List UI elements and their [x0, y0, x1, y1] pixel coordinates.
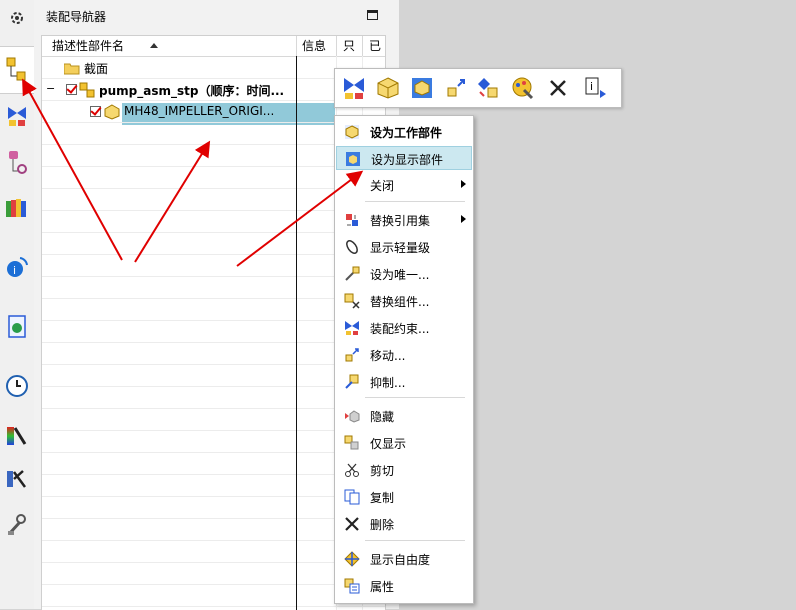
- svg-text:i: i: [590, 80, 593, 93]
- menu-label: 设为显示部件: [371, 153, 444, 167]
- menu-item-make-unique[interactable]: 设为唯一...: [336, 262, 472, 286]
- menu-item-make-work-part[interactable]: 设为工作部件: [336, 120, 472, 144]
- part-navigator-icon[interactable]: [5, 150, 29, 174]
- menu-item-hide[interactable]: 隐藏: [336, 404, 472, 428]
- hide-icon: [345, 410, 360, 423]
- assembly-constraints-icon[interactable]: [341, 75, 367, 101]
- menu-label: 隐藏: [370, 410, 395, 424]
- menu-label: 属性: [370, 580, 395, 594]
- column-info[interactable]: 信息: [302, 36, 326, 56]
- work-part-icon: [345, 125, 359, 139]
- resource-bar: i: [0, 0, 35, 609]
- move-icon: [345, 348, 359, 362]
- info-icon[interactable]: i: [583, 75, 609, 101]
- reference-set-icon: [346, 214, 358, 226]
- replace-icon[interactable]: [475, 75, 501, 101]
- menu-item-close[interactable]: 关闭: [336, 173, 472, 197]
- show-only-icon: [344, 435, 359, 450]
- copy-icon: [344, 489, 360, 505]
- component-icon[interactable]: [375, 75, 401, 101]
- column-header: 描述性部件名 信息 只 已: [42, 36, 385, 57]
- context-toolbar: i: [334, 68, 622, 108]
- menu-item-delete[interactable]: 删除: [336, 512, 472, 536]
- system-scene-icon[interactable]: [5, 513, 29, 537]
- column-modified[interactable]: 已: [369, 36, 381, 56]
- part-visibility-checkbox[interactable]: [90, 106, 101, 117]
- delete-icon: [345, 517, 359, 531]
- collapse-icon[interactable]: −: [46, 82, 55, 95]
- menu-item-move[interactable]: 移动...: [336, 343, 472, 367]
- folder-icon: [64, 63, 80, 75]
- column-description-part-name[interactable]: 描述性部件名: [52, 36, 124, 56]
- menu-item-cut[interactable]: 剪切: [336, 458, 472, 482]
- constraint-navigator-icon[interactable]: [5, 104, 29, 128]
- menu-item-make-displayed-part[interactable]: 设为显示部件: [336, 146, 472, 170]
- cut-icon: [345, 463, 359, 477]
- display-part-icon[interactable]: [409, 75, 435, 101]
- menu-label: 仅显示: [370, 437, 407, 451]
- menu-item-assembly-constraints[interactable]: 装配约束...: [336, 316, 472, 340]
- dof-icon: [344, 551, 360, 567]
- visualization-palette-icon[interactable]: [5, 424, 29, 448]
- sort-ascending-icon[interactable]: [150, 43, 158, 48]
- menu-label: 移动...: [370, 349, 406, 363]
- component-icon: [104, 104, 120, 120]
- assembly-constraint-icon: [345, 321, 359, 335]
- node-assembly-label: pump_asm_stp（顺序：时间...: [99, 84, 285, 98]
- reuse-library-icon[interactable]: [5, 196, 29, 220]
- settings-gear-icon[interactable]: [5, 6, 29, 30]
- submenu-arrow-icon: [461, 180, 466, 188]
- menu-label: 设为唯一...: [370, 268, 430, 282]
- history-clock-icon[interactable]: [5, 374, 29, 398]
- menu-item-copy[interactable]: 复制: [336, 485, 472, 509]
- menu-item-show-only[interactable]: 仅显示: [336, 431, 472, 455]
- assembly-icon: [79, 82, 95, 98]
- delete-x-icon[interactable]: [545, 75, 571, 101]
- assembly-navigator-tab-icon[interactable]: [0, 46, 34, 94]
- display-part-icon: [346, 152, 360, 166]
- menu-item-properties[interactable]: 属性: [336, 574, 472, 598]
- menu-item-replace-reference-set[interactable]: 替换引用集: [336, 208, 472, 232]
- roles-icon[interactable]: [5, 467, 29, 491]
- menu-label: 显示自由度: [370, 553, 431, 567]
- maximize-icon[interactable]: [367, 10, 378, 20]
- menu-item-show-lightweight[interactable]: 显示轻量级: [336, 235, 472, 259]
- menu-label: 显示轻量级: [370, 241, 431, 255]
- menu-item-suppress[interactable]: 抑制...: [336, 370, 472, 394]
- column-readonly[interactable]: 只: [343, 36, 355, 56]
- paint-icon[interactable]: [509, 75, 535, 101]
- submenu-arrow-icon: [461, 215, 466, 223]
- menu-item-replace-component[interactable]: 替换组件...: [336, 289, 472, 313]
- node-section-label: 截面: [84, 62, 109, 76]
- menu-label: 替换引用集: [370, 214, 431, 228]
- suppress-icon: [345, 374, 359, 389]
- move-icon[interactable]: [443, 75, 469, 101]
- context-menu: 设为工作部件 设为显示部件 关闭 替换引用集 显示轻量级 设为唯一... 替换组…: [334, 115, 474, 604]
- menu-label: 设为工作部件: [370, 126, 443, 140]
- lightweight-icon: [346, 240, 358, 254]
- assembly-visibility-checkbox[interactable]: [66, 84, 77, 95]
- panel-title: 装配导航器: [46, 10, 107, 24]
- column-divider: [296, 56, 297, 610]
- menu-label: 删除: [370, 518, 395, 532]
- replace-component-icon: [344, 293, 360, 309]
- node-part-label: MH48_IMPELLER_ORIGI...: [124, 104, 275, 118]
- menu-label: 复制: [370, 491, 395, 505]
- menu-label: 剪切: [370, 464, 395, 478]
- menu-label: 抑制...: [370, 376, 406, 390]
- svg-text:i: i: [13, 264, 16, 277]
- menu-label: 替换组件...: [370, 295, 430, 309]
- web-info-icon[interactable]: i: [5, 255, 29, 279]
- menu-item-show-dof[interactable]: 显示自由度: [336, 547, 472, 571]
- history-document-icon[interactable]: [5, 315, 29, 339]
- menu-label: 装配约束...: [370, 322, 430, 336]
- menu-label: 关闭: [370, 179, 395, 193]
- unique-icon: [345, 266, 360, 281]
- properties-icon: [344, 578, 360, 594]
